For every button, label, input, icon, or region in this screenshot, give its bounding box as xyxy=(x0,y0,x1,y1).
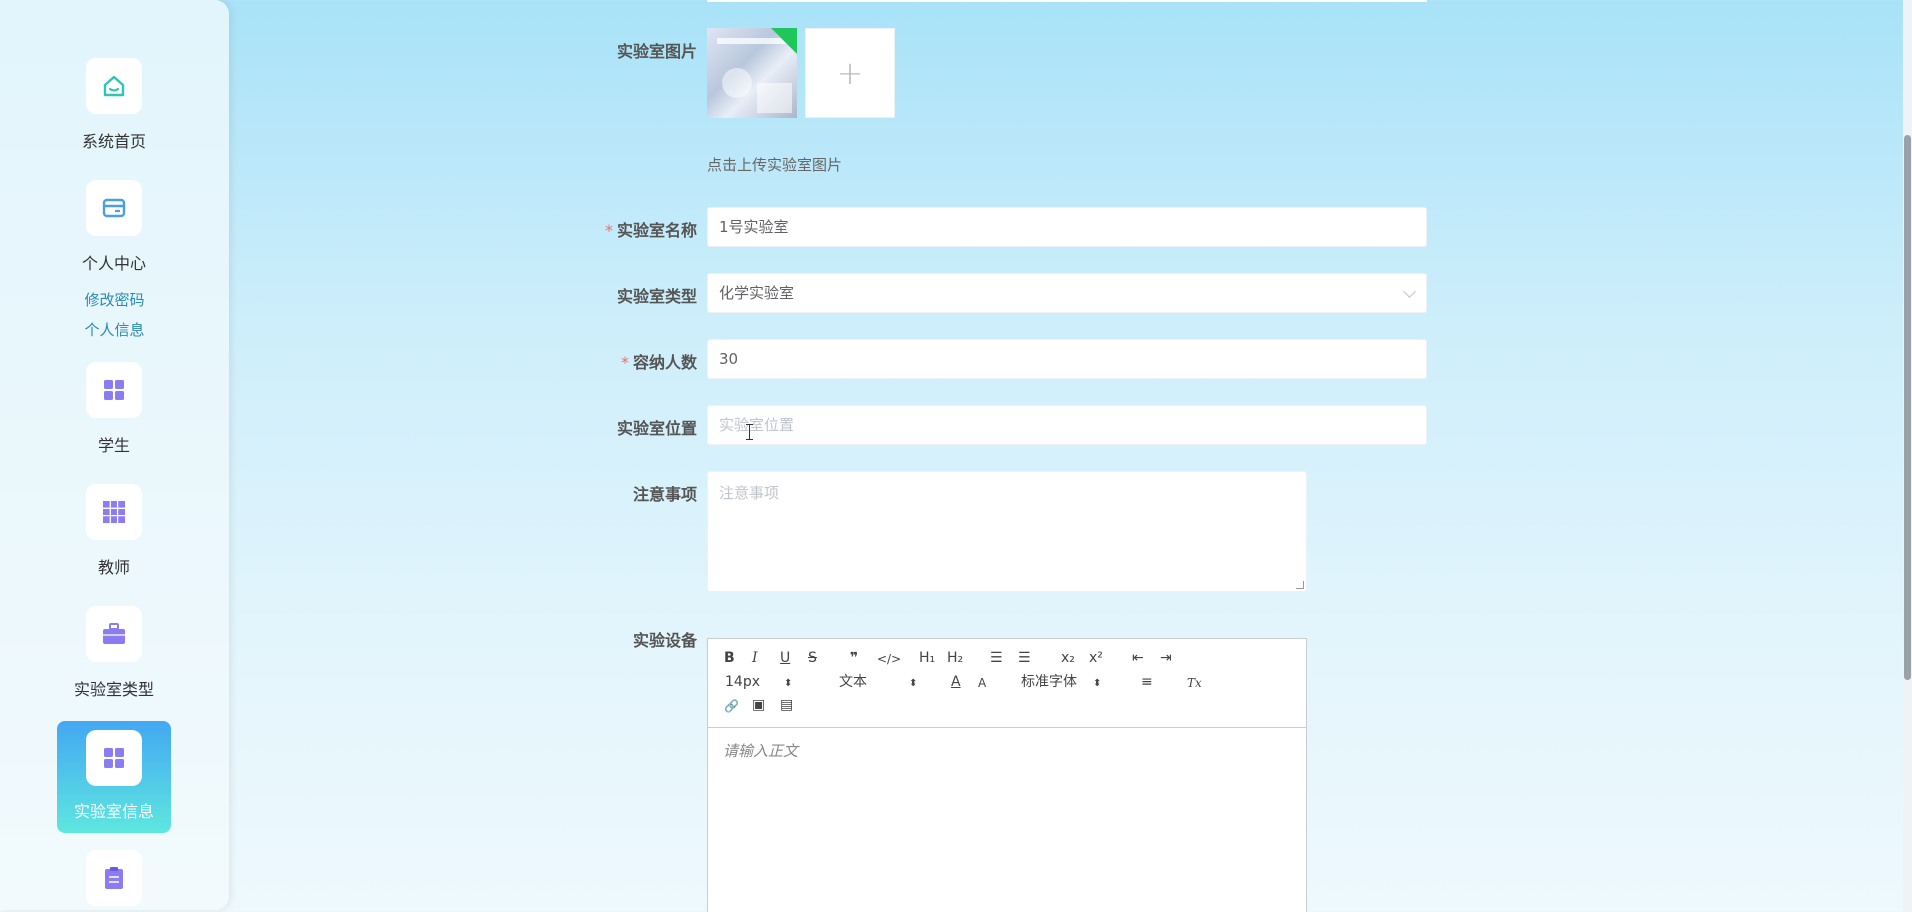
lab-type-value: 化学实验室 xyxy=(719,284,795,302)
sidebar-item-label: 个人中心 xyxy=(81,254,146,273)
resize-handle-icon[interactable] xyxy=(1296,581,1304,589)
code-block-button[interactable]: </> xyxy=(877,650,901,668)
location-input[interactable]: 实验室位置 xyxy=(707,405,1427,445)
strike-button[interactable]: S xyxy=(808,649,817,667)
updown-icon: ⬍ xyxy=(1093,678,1102,689)
upload-success-badge xyxy=(771,28,797,54)
quote-button[interactable]: ❞ xyxy=(850,649,858,667)
link-button[interactable]: 🔗 xyxy=(724,697,739,715)
upload-add-button[interactable]: + xyxy=(805,28,895,118)
sidebar-item-label: 实验室信息 xyxy=(73,802,154,821)
capacity-label: * 容纳人数 xyxy=(620,353,697,372)
notes-label: 注意事项 xyxy=(632,485,697,504)
lab-name-input[interactable]: 1号实验室 xyxy=(707,207,1427,247)
sidebar-item-label: 学生 xyxy=(97,436,130,455)
required-mark: * xyxy=(604,221,613,240)
font-family-picker[interactable]: 标准字体 ⬍ xyxy=(1021,673,1101,693)
scrollbar-thumb[interactable] xyxy=(1904,135,1911,680)
sidebar-sublink-change-password[interactable]: 修改密码 xyxy=(0,289,229,310)
uploaded-image-thumbnail[interactable] xyxy=(707,28,797,118)
bold-button[interactable]: B xyxy=(724,649,735,667)
capacity-input[interactable]: 30 xyxy=(707,339,1427,379)
sidebar-item-students[interactable]: 学生 xyxy=(57,362,171,456)
location-label: 实验室位置 xyxy=(616,419,697,438)
align-button[interactable]: ≡ xyxy=(1141,673,1153,691)
table-icon xyxy=(103,501,125,523)
sidebar-item-home[interactable]: 系统首页 xyxy=(57,58,171,152)
image-label: 实验室图片 xyxy=(616,42,697,61)
sidebar: 系统首页 个人中心 修改密码 个人信息 学生 教师 实验室类型 实验室信息 xyxy=(0,0,229,910)
sidebar-item-label: 教师 xyxy=(97,558,130,577)
sidebar-item-lab-info[interactable]: 实验室信息 xyxy=(57,721,171,833)
bullet-list-button[interactable]: ☰ xyxy=(1018,649,1031,667)
home-icon xyxy=(103,75,125,97)
briefcase-icon xyxy=(103,623,125,644)
h1-button[interactable]: H₁ xyxy=(919,649,935,667)
updown-icon: ⬍ xyxy=(909,678,918,689)
background-color-button[interactable]: A xyxy=(978,674,986,692)
clean-format-button[interactable]: Tx xyxy=(1187,674,1202,692)
h2-button[interactable]: H₂ xyxy=(947,649,963,667)
font-size-picker[interactable]: 14px ⬍ xyxy=(725,673,792,693)
upload-hint: 点击上传实验室图片 xyxy=(707,156,843,174)
sidebar-item-teachers[interactable]: 教师 xyxy=(57,484,171,578)
updown-icon: ⬍ xyxy=(784,678,793,689)
text-cursor-icon xyxy=(746,424,753,440)
block-type-picker[interactable]: 文本 ⬍ xyxy=(839,673,917,693)
indent-button[interactable]: ⇥ xyxy=(1160,649,1172,667)
grid-icon xyxy=(104,748,124,768)
clipboard-icon xyxy=(105,867,123,889)
superscript-button[interactable]: x² xyxy=(1089,649,1103,667)
page-scrollbar[interactable] xyxy=(1903,0,1912,912)
required-mark: * xyxy=(620,353,629,372)
ordered-list-button[interactable]: ☰ xyxy=(990,649,1003,667)
plus-icon: + xyxy=(836,54,864,92)
sidebar-item-label: 实验室类型 xyxy=(73,680,154,699)
notes-placeholder: 注意事项 xyxy=(719,484,780,502)
card-icon xyxy=(102,198,126,218)
sidebar-item-profile[interactable]: 个人中心 xyxy=(57,180,171,274)
grid-icon xyxy=(104,380,124,400)
chevron-down-icon xyxy=(1403,285,1416,298)
editor-content[interactable]: 请输入正文 xyxy=(708,728,1306,773)
editor-placeholder: 请输入正文 xyxy=(723,742,799,760)
sidebar-item-label: 系统首页 xyxy=(81,132,146,151)
type-label: 实验室类型 xyxy=(616,287,697,306)
name-label: * 实验室名称 xyxy=(604,221,697,240)
subscript-button[interactable]: x₂ xyxy=(1061,649,1075,667)
underline-button[interactable]: U xyxy=(780,649,790,667)
sidebar-sublink-personal-info[interactable]: 个人信息 xyxy=(0,319,229,340)
notes-textarea[interactable]: 注意事项 xyxy=(707,471,1307,592)
sidebar-item-more[interactable] xyxy=(57,850,171,906)
text-color-button[interactable]: A xyxy=(951,673,961,691)
editor-toolbar: B I U S ❞ </> H₁ H₂ ☰ ☰ x₂ x² ⇤ ⇥ 14px ⬍ … xyxy=(708,639,1306,728)
rich-text-editor: B I U S ❞ </> H₁ H₂ ☰ ☰ x₂ x² ⇤ ⇥ 14px ⬍ … xyxy=(707,638,1307,912)
lab-type-select[interactable]: 化学实验室 xyxy=(707,273,1427,313)
previous-field-edge xyxy=(707,0,1427,2)
italic-button[interactable]: I xyxy=(752,649,758,667)
image-button[interactable]: ▣ xyxy=(752,696,765,714)
equipment-label: 实验设备 xyxy=(632,631,697,650)
outdent-button[interactable]: ⇤ xyxy=(1132,649,1144,667)
video-button[interactable]: ▤ xyxy=(780,696,793,714)
sidebar-item-lab-types[interactable]: 实验室类型 xyxy=(57,606,171,700)
